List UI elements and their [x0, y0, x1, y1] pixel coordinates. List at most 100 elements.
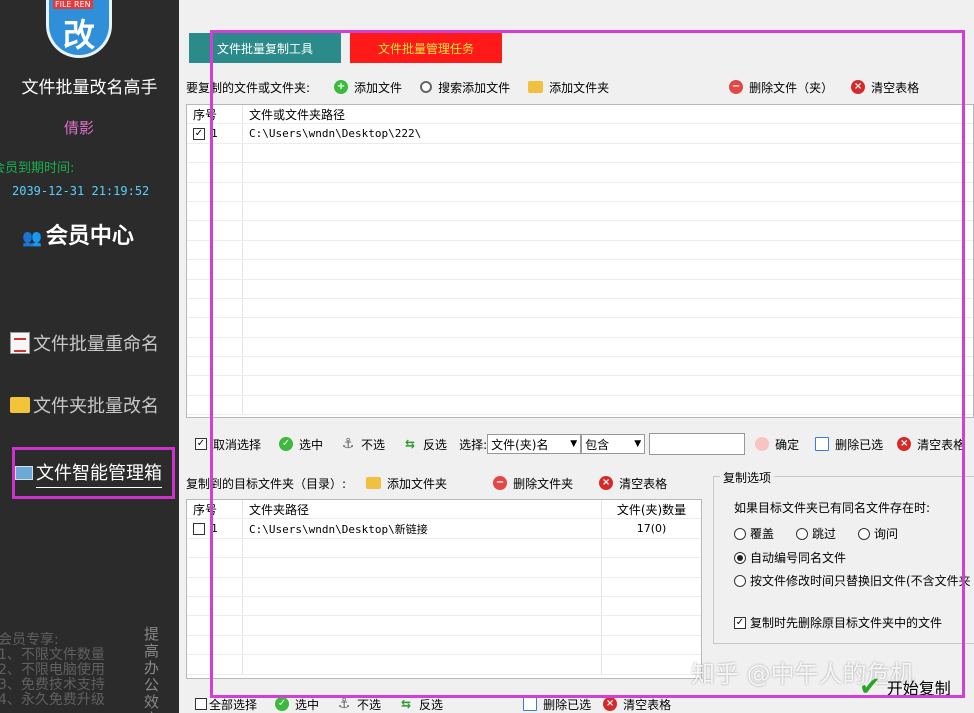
empty-row: [187, 221, 973, 241]
promo-line: 会员专享:: [0, 632, 59, 648]
radio-circle: [734, 527, 746, 540]
photo-icon: [15, 466, 33, 480]
delete-folder-button[interactable]: − 删除文件夹: [493, 475, 573, 492]
column-header-folder-path: 文件夹路径: [249, 502, 310, 517]
clear-table-button[interactable]: × 清空表格: [603, 696, 671, 713]
close-icon: ×: [603, 697, 618, 711]
table-row[interactable]: ✓ 1 C:\Users\wndn\Desktop\222\: [187, 124, 973, 144]
confirm-button[interactable]: 确定: [755, 436, 799, 453]
bottom-toolbar: 全部选择 ✓ 选中 ⚓ 不选 ⇆ 反选 删除已选 × 清空表格: [195, 692, 689, 713]
start-copy-button[interactable]: ✔ 开始复制: [859, 672, 951, 702]
select-all-button[interactable]: 全部选择: [195, 696, 257, 713]
row-count: 17(0): [601, 519, 701, 538]
delete-selected-icon: [815, 437, 830, 451]
unselect-label: 不选: [361, 437, 386, 452]
cancel-select-button[interactable]: ✓ 取消选择: [195, 436, 261, 453]
mode-select-value: 包含: [585, 437, 610, 452]
invert-button[interactable]: ⇆ 反选: [403, 436, 447, 453]
table-header: 序号 文件或文件夹路径: [187, 105, 973, 125]
delete-selected-button[interactable]: 删除已选: [523, 696, 591, 713]
swap-icon: ⇆: [401, 697, 412, 711]
radio-circle: [796, 527, 809, 540]
search-add-file-label: 搜索添加文件: [438, 80, 511, 95]
radio-circle: [734, 574, 746, 587]
skip-radio[interactable]: 跳过: [796, 525, 836, 542]
cancel-select-label: 取消选择: [213, 437, 262, 452]
replace-by-time-radio[interactable]: 按文件修改时间只替换旧文件(不含文件夹: [734, 572, 971, 589]
auto-number-radio[interactable]: 自动编号同名文件: [734, 549, 846, 566]
empty-row: [187, 240, 973, 261]
source-toolbar: 要复制的文件或文件夹: + 添加文件 搜索添加文件 添加文件夹 − 删除文件（夹） …: [186, 75, 937, 99]
select-button[interactable]: ✓ 选中: [275, 696, 319, 713]
delete-selected-icon: [523, 697, 538, 711]
select-all-label: 全部选择: [209, 697, 258, 712]
big-check-icon: ✔: [859, 672, 881, 702]
tab-batch-copy-tool[interactable]: 文件批量复制工具: [189, 33, 341, 63]
empty-row: [187, 596, 701, 617]
delete-first-checkbox[interactable]: ✓ 复制时先删除原目标文件夹中的文件: [734, 614, 942, 631]
add-file-label: 添加文件: [354, 80, 403, 95]
overwrite-radio[interactable]: 覆盖: [734, 525, 774, 542]
clear-target-table-label: 清空表格: [619, 476, 668, 491]
folder-icon: [10, 397, 30, 413]
row-checkbox[interactable]: [193, 522, 205, 535]
ask-radio[interactable]: 询问: [858, 525, 898, 542]
user-name: 倩影: [63, 119, 94, 137]
empty-row: [187, 577, 701, 597]
document-icon: [10, 332, 30, 354]
select-button[interactable]: ✓ 选中: [279, 436, 323, 453]
checkbox-checked: ✓: [734, 616, 746, 629]
member-center-button[interactable]: 👥 会员中心: [22, 218, 134, 250]
nav-item-label: 文件智能管理箱: [36, 459, 162, 488]
cancel-select-checkbox[interactable]: ✓: [195, 438, 207, 450]
select-all-checkbox[interactable]: [195, 698, 207, 710]
add-file-button[interactable]: + 添加文件: [334, 79, 402, 96]
delete-first-label: 复制时先删除原目标文件夹中的文件: [750, 616, 943, 630]
row-checkbox[interactable]: ✓: [193, 127, 205, 140]
invert-button[interactable]: ⇆ 反选: [399, 696, 443, 713]
field-select[interactable]: 文件(夹)名 ▼: [487, 434, 582, 454]
chevron-down-icon: ▼: [570, 439, 578, 449]
app-logo: FILE REN 改: [46, 0, 112, 58]
radio-circle: [858, 527, 871, 540]
filter-keyword-input[interactable]: [649, 433, 746, 455]
folder-add-icon: [528, 81, 544, 93]
delete-selected-button[interactable]: 删除已选: [815, 436, 883, 453]
skip-label: 跳过: [812, 527, 837, 541]
empty-row: [187, 318, 973, 338]
empty-row: [187, 395, 973, 416]
tab-batch-manage-task[interactable]: 文件批量管理任务: [350, 33, 502, 63]
nav-item-folder-rename[interactable]: 文件夹批量改名: [10, 389, 175, 421]
empty-row: [187, 279, 973, 299]
promo-line: 4、永久免费升级: [0, 692, 105, 708]
close-icon: ×: [851, 80, 866, 94]
member-center-label: 会员中心: [45, 223, 134, 249]
empty-row: [187, 298, 973, 319]
empty-row: [187, 163, 973, 183]
clear-table-button[interactable]: × 清空表格: [897, 436, 965, 453]
empty-row: [187, 143, 973, 164]
check-icon: ✓: [275, 697, 290, 711]
unselect-button[interactable]: ⚓ 不选: [341, 436, 385, 453]
choose-label: 选择:: [459, 437, 488, 452]
nav-item-smart-manager[interactable]: 文件智能管理箱: [12, 447, 175, 499]
delete-selected-label: 删除已选: [835, 437, 884, 452]
promo-line: 1、不限文件数量: [0, 647, 105, 663]
table-row[interactable]: 1 C:\Users\wndn\Desktop\新链接 17(0): [187, 519, 701, 539]
clear-target-table-button[interactable]: × 清空表格: [599, 475, 667, 492]
nav-item-file-rename[interactable]: 文件批量重命名: [10, 327, 175, 359]
clear-table-button[interactable]: × 清空表格: [851, 79, 919, 96]
delete-folder-label: 删除文件夹: [513, 476, 574, 491]
delete-file-button[interactable]: − 删除文件（夹）: [729, 79, 833, 96]
delete-file-label: 删除文件（夹）: [749, 80, 834, 95]
unselect-label: 不选: [357, 697, 382, 712]
mode-select[interactable]: 包含 ▼: [581, 434, 646, 454]
row-index: 1: [211, 127, 218, 141]
add-target-folder-button[interactable]: 添加文件夹: [366, 475, 447, 492]
source-label: 要复制的文件或文件夹:: [186, 80, 311, 95]
search-add-file-button[interactable]: 搜索添加文件: [420, 79, 510, 96]
empty-row: [187, 655, 701, 675]
auto-number-label: 自动编号同名文件: [750, 551, 847, 565]
add-folder-button[interactable]: 添加文件夹: [528, 79, 609, 96]
unselect-button[interactable]: ⚓ 不选: [337, 696, 381, 713]
